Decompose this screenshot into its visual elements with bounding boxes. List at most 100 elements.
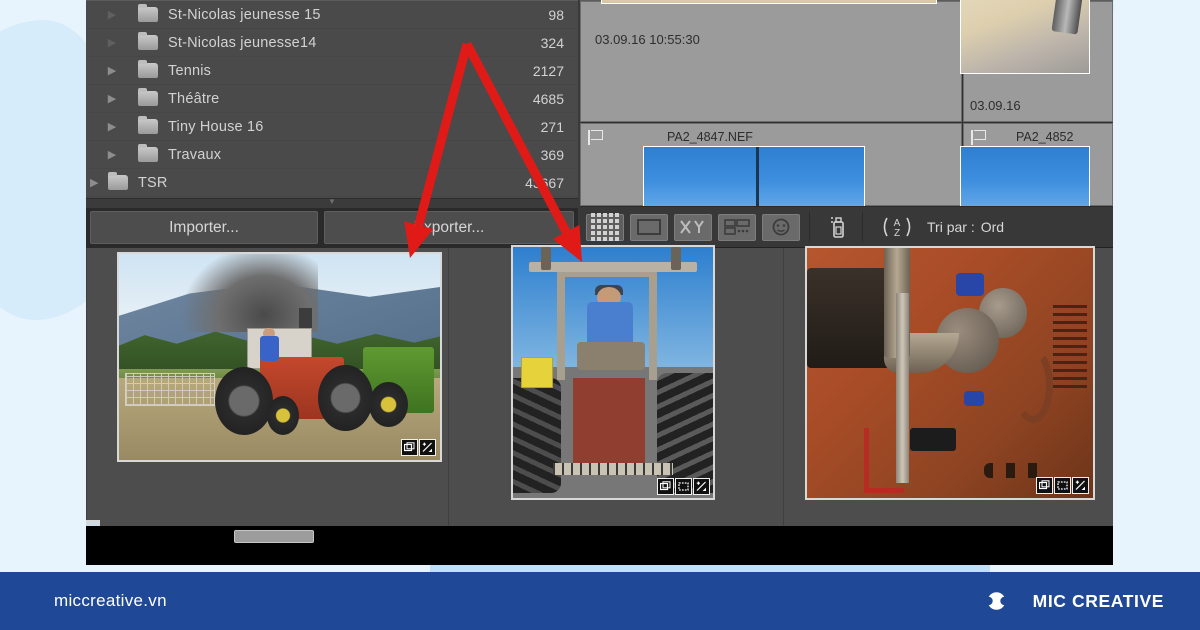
painter-tool-button[interactable] xyxy=(823,213,853,241)
develop-badge[interactable] xyxy=(1072,477,1089,494)
photo2-rollbar-right xyxy=(649,267,657,381)
folder-name: Tennis xyxy=(168,62,212,79)
import-export-bar: Importer... Exporter... xyxy=(86,208,578,248)
thumbnail-sky-pole[interactable] xyxy=(643,146,865,208)
flag-icon[interactable] xyxy=(588,130,603,145)
table-row[interactable] xyxy=(805,246,1095,500)
folder-row-3[interactable]: ▶ Théâtre 4685 xyxy=(86,85,578,113)
photo3-black-cylinder xyxy=(909,428,956,451)
infinity-loops-logo xyxy=(983,592,1009,610)
crop-badge[interactable] xyxy=(675,478,692,495)
filmstrip-divider xyxy=(448,248,449,528)
folder-twisty-icon[interactable]: ▶ xyxy=(86,176,100,189)
import-button[interactable]: Importer... xyxy=(90,211,318,244)
sort-direction-button[interactable]: A Z xyxy=(876,213,918,241)
folder-row-5[interactable]: ▶ Travaux 369 xyxy=(86,141,578,169)
loupe-view-icon xyxy=(637,219,661,235)
photo1-rear-wheel xyxy=(215,367,274,436)
folder-icon xyxy=(138,32,158,50)
compare-view-button[interactable] xyxy=(674,213,712,241)
toolbar-divider xyxy=(809,212,810,242)
photo1-driver-torso xyxy=(260,336,280,362)
folder-twisty-icon[interactable]: ▶ xyxy=(86,120,138,133)
sort-by-value[interactable]: Ord xyxy=(981,219,1004,235)
grid-cell-4[interactable]: PA2_4852 xyxy=(960,123,1113,208)
folder-icon xyxy=(138,116,158,134)
virtual-copy-badge[interactable] xyxy=(401,439,418,456)
virtual-copy-badge[interactable] xyxy=(657,478,674,495)
toolbar-divider xyxy=(862,212,863,242)
grid-cell-2-date: 03.09.16 xyxy=(970,98,1021,113)
folder-twisty-icon[interactable]: ▶ xyxy=(86,148,138,161)
photo3-blue-clamp-upper xyxy=(955,273,985,296)
survey-view-icon xyxy=(724,218,750,235)
brand-name: MIC CREATIVE xyxy=(1032,590,1164,611)
photo2-seat xyxy=(577,342,645,370)
photo3-rubber-hose xyxy=(1012,348,1053,423)
folder-row-6[interactable]: ▶ TSR 43667 xyxy=(86,169,578,197)
folder-photo-count: 369 xyxy=(540,146,564,163)
photo2-license-plate xyxy=(521,357,553,388)
grid-preview-area: 03.09.16 10:55:30 03.09.16 PA2_4847.NEF … xyxy=(580,0,1113,208)
grid-cell-1[interactable]: 03.09.16 10:55:30 xyxy=(580,0,962,122)
photo3-blue-clamp-lower xyxy=(964,390,985,406)
crop-badge[interactable] xyxy=(1054,477,1071,494)
compare-view-icon xyxy=(680,220,704,234)
table-row[interactable] xyxy=(511,245,715,500)
filmstrip xyxy=(86,245,1113,565)
folder-row-4[interactable]: ▶ Tiny House 16 271 xyxy=(86,113,578,141)
photo2-hook-right xyxy=(671,247,681,270)
grid-view-button[interactable] xyxy=(586,213,624,241)
photo1-fence xyxy=(125,373,216,407)
export-button[interactable]: Exporter... xyxy=(324,211,574,244)
folder-row-0[interactable]: ▶ St-Nicolas jeunesse 15 98 xyxy=(86,1,578,29)
folder-twisty-icon[interactable]: ▶ xyxy=(86,64,138,77)
photo3-red-bracket xyxy=(864,428,905,493)
grid-cell-3[interactable]: PA2_4847.NEF xyxy=(580,123,962,208)
photo1-badges xyxy=(401,439,436,456)
brand-logo-group: MIC CREATIVE xyxy=(975,586,1164,616)
loupe-view-button[interactable] xyxy=(630,213,668,241)
sort-by-label: Tri par : xyxy=(927,219,975,235)
virtual-copy-badge[interactable] xyxy=(1036,477,1053,494)
folder-row-2[interactable]: ▶ Tennis 2127 xyxy=(86,57,578,85)
grid-cell-3-filename: PA2_4847.NEF xyxy=(667,130,753,144)
photo3-badges xyxy=(1036,477,1089,494)
develop-badge[interactable] xyxy=(419,439,436,456)
folder-icon xyxy=(108,172,128,190)
photo2-left-wheel xyxy=(513,377,561,493)
people-view-button[interactable] xyxy=(762,213,800,241)
table-row[interactable] xyxy=(117,252,442,462)
folder-twisty-icon[interactable]: ▶ xyxy=(86,92,138,105)
photo2-rollbar-left xyxy=(557,267,565,381)
horizontal-scrollbar[interactable] xyxy=(86,526,1113,548)
folder-photo-count: 271 xyxy=(540,118,564,135)
spray-can-icon xyxy=(831,217,844,238)
folder-photo-count: 2127 xyxy=(532,62,564,79)
folder-twisty-icon[interactable]: ▶ xyxy=(86,36,138,49)
survey-view-button[interactable] xyxy=(718,213,756,241)
folder-name: St-Nicolas jeunesse 15 xyxy=(168,6,321,23)
svg-text:Z: Z xyxy=(894,228,900,239)
flag-icon[interactable] xyxy=(971,130,986,145)
folder-photo-count: 4685 xyxy=(532,90,564,107)
panel-resize-handle[interactable]: ▼ xyxy=(86,198,578,208)
brand-bar: miccreative.vn MIC CREATIVE xyxy=(0,572,1200,630)
scrollbar-thumb[interactable] xyxy=(234,530,314,543)
develop-badge[interactable] xyxy=(693,478,710,495)
brand-website-url[interactable]: miccreative.vn xyxy=(54,591,167,611)
folder-row-1[interactable]: ▶ St-Nicolas jeunesse14 324 xyxy=(86,29,578,57)
folder-icon xyxy=(138,4,158,22)
photo1-rear-wheel-2 xyxy=(318,365,373,432)
window-bottom-edge xyxy=(86,548,1113,565)
photo2-engine-block xyxy=(573,377,645,468)
photo1-front-wheel xyxy=(266,396,299,436)
thumbnail-sky-2[interactable] xyxy=(960,146,1090,208)
thumbnail-beach[interactable] xyxy=(601,0,937,4)
photo3-grille xyxy=(1052,303,1088,388)
photo3-frame-holes xyxy=(984,463,1048,478)
folder-twisty-icon[interactable]: ▶ xyxy=(86,8,138,21)
grid-cell-2[interactable]: 03.09.16 xyxy=(960,0,1113,122)
screenshot-root: ▶ St-Nicolas jeunesse 15 98 ▶ St-Nicolas jeu… xyxy=(0,0,1200,630)
thumbnail-sand[interactable] xyxy=(960,0,1090,74)
